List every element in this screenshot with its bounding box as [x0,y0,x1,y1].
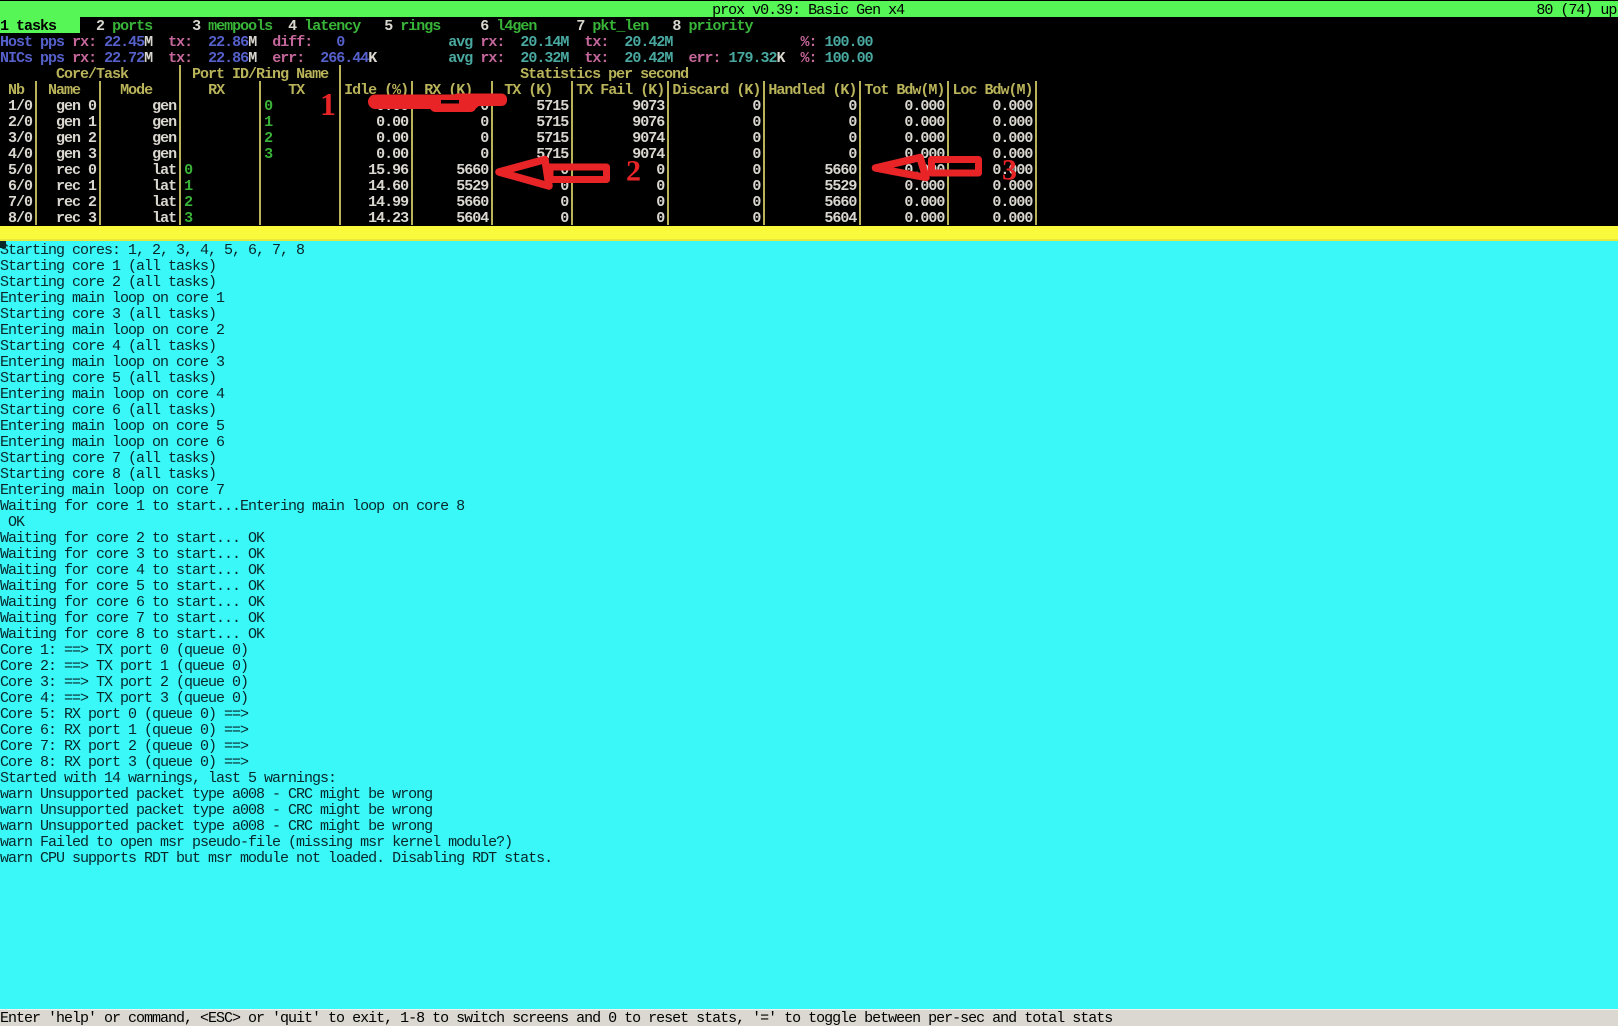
svg-text:3: 3 [1002,154,1016,187]
svg-text:2: 2 [626,155,640,188]
svg-text:1: 1 [320,86,335,122]
